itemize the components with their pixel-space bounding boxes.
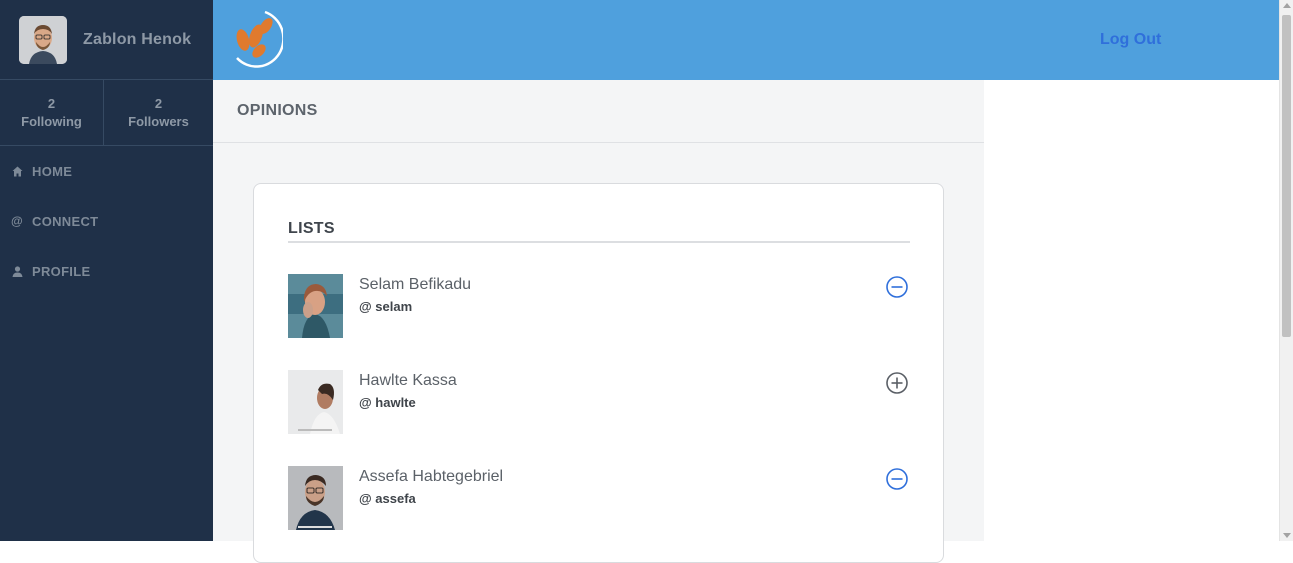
nav-label-connect: CONNECT: [32, 213, 99, 229]
page-scrollbar[interactable]: [1279, 0, 1293, 541]
person-name[interactable]: Hawlte Kassa: [359, 372, 457, 390]
nav-item-profile[interactable]: PROFILE: [0, 246, 213, 296]
scroll-up-icon[interactable]: [1283, 3, 1291, 8]
followers-count: 2: [154, 95, 163, 111]
nav-label-profile: PROFILE: [32, 263, 91, 279]
nav-label-home: HOME: [32, 163, 73, 179]
person-photo[interactable]: [288, 274, 343, 338]
main-content: OPINIONS LISTS Selam Befikadu @ selam Ha…: [213, 80, 984, 563]
person-name[interactable]: Selam Befikadu: [359, 276, 471, 294]
person-handle: @ selam: [359, 299, 413, 314]
lists-card: LISTS Selam Befikadu @ selam Hawlte Kass…: [253, 183, 944, 563]
at-icon: @: [11, 214, 24, 228]
following-count: 2: [47, 95, 56, 111]
person-photo[interactable]: [288, 466, 343, 530]
minus-circle-icon[interactable]: [885, 467, 909, 491]
home-icon: [11, 166, 23, 177]
follow-stats: 2 Following 2 Followers: [0, 80, 213, 146]
user-profile[interactable]: Zablon Henok: [0, 0, 213, 80]
list-item: Hawlte Kassa @ hawlte: [288, 370, 910, 434]
logout-button[interactable]: Log Out: [1100, 31, 1161, 49]
person-name[interactable]: Assefa Habtegebriel: [359, 468, 503, 486]
following-label: Following: [21, 113, 82, 129]
followers-label: Followers: [128, 113, 189, 129]
nav-item-connect[interactable]: @ CONNECT: [0, 196, 213, 246]
avatar[interactable]: [19, 15, 67, 64]
nav-item-home[interactable]: HOME: [0, 146, 213, 196]
sidebar: Zablon Henok 2 Following 2 Followers HOM…: [0, 0, 213, 541]
user-name: Zablon Henok: [83, 30, 192, 48]
plus-circle-icon[interactable]: [885, 371, 909, 395]
followers-stat[interactable]: 2 Followers: [104, 80, 213, 145]
card-title: LISTS: [288, 220, 910, 243]
list-item: Selam Befikadu @ selam: [288, 274, 910, 338]
scroll-down-icon[interactable]: [1283, 533, 1291, 538]
list-item: Assefa Habtegebriel @ assefa: [288, 466, 910, 530]
logo-icon[interactable]: [229, 10, 285, 70]
scrollbar-thumb[interactable]: [1282, 15, 1291, 337]
person-photo[interactable]: [288, 370, 343, 434]
top-bar: Log Out: [213, 0, 1279, 80]
following-stat[interactable]: 2 Following: [0, 80, 104, 145]
minus-circle-icon[interactable]: [885, 275, 909, 299]
person-handle: @ hawlte: [359, 395, 416, 410]
person-handle: @ assefa: [359, 491, 416, 506]
person-icon: [11, 265, 23, 277]
section-title: OPINIONS: [213, 80, 984, 143]
